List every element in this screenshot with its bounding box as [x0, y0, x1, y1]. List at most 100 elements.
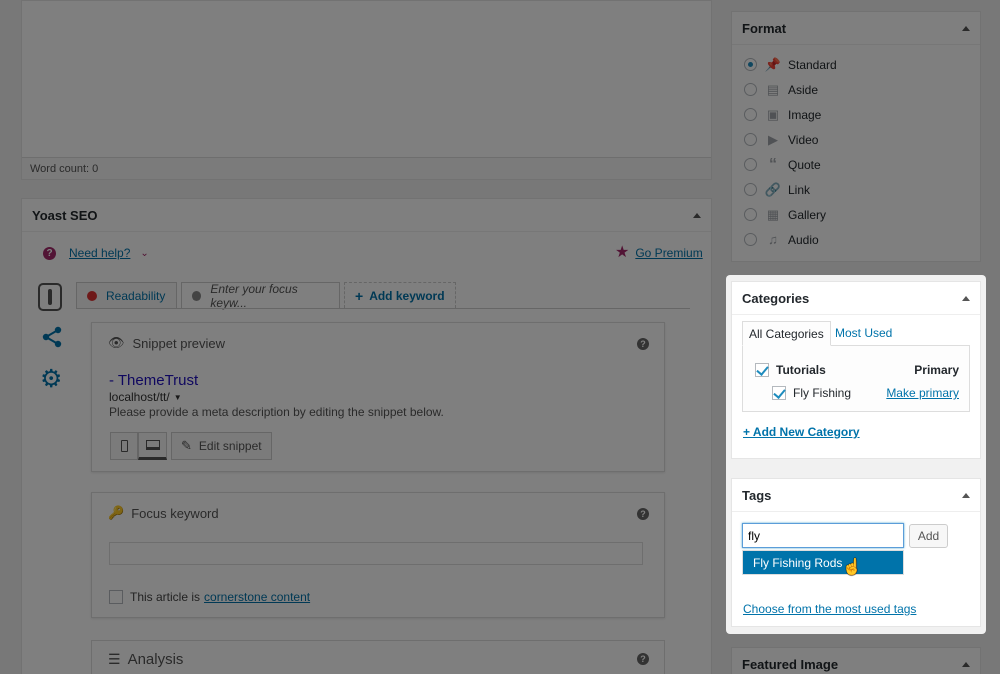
format-title: Format: [742, 20, 787, 36]
keyword-status-dot: [192, 291, 202, 301]
category-item-fly-fishing[interactable]: Fly Fishing: [772, 386, 851, 400]
help-icon: ?: [43, 246, 56, 260]
go-premium-link[interactable]: Go Premium: [635, 246, 702, 260]
readability-status-dot: [87, 290, 97, 301]
aside-icon: ▤: [766, 81, 780, 97]
categories-list: Tutorials Primary Fly Fishing Make prima…: [742, 345, 970, 412]
video-icon: ▶: [768, 131, 778, 147]
radio-button[interactable]: [744, 108, 757, 121]
snippet-help-icon[interactable]: ?: [637, 338, 649, 350]
categories-box: Categories All Categories Most Used Tuto…: [731, 281, 981, 459]
gear-icon[interactable]: ⚙: [40, 367, 64, 392]
edit-snippet-button[interactable]: ✎ Edit snippet: [171, 432, 272, 460]
focus-help-icon[interactable]: ?: [637, 508, 649, 520]
format-option-link[interactable]: 🔗 Link: [732, 177, 980, 202]
desktop-preview-button[interactable]: [138, 432, 167, 460]
choose-most-used-tags-link[interactable]: Choose from the most used tags: [743, 602, 916, 616]
category-item-tutorials[interactable]: Tutorials: [755, 363, 826, 377]
collapse-icon[interactable]: [962, 492, 970, 498]
format-header[interactable]: Format: [732, 12, 980, 45]
tab-readability[interactable]: Readability: [76, 282, 177, 308]
radio-button[interactable]: [744, 233, 757, 246]
focus-keyword-heading: Focus keyword: [131, 505, 219, 521]
editor-area[interactable]: Word count: 0: [21, 0, 712, 180]
go-premium[interactable]: ★ Go Premium: [615, 244, 703, 261]
cornerstone-checkbox[interactable]: [109, 590, 123, 604]
link-icon: 🔗: [764, 181, 782, 197]
cornerstone-link[interactable]: cornerstone content: [204, 590, 310, 604]
categories-title: Categories: [742, 290, 810, 306]
tags-box: Tags Add Fly Fishing Rods ☝ Choose from …: [731, 478, 981, 627]
mobile-preview-button[interactable]: [110, 432, 138, 460]
radio-button[interactable]: [744, 208, 757, 221]
format-option-audio[interactable]: ♫ Audio: [732, 227, 980, 252]
tab-focus-keyword[interactable]: Enter your focus keyw...: [181, 282, 340, 310]
analysis-help-icon[interactable]: ?: [637, 653, 649, 665]
desktop-icon: [145, 440, 160, 450]
format-option-video[interactable]: ▶ Video: [732, 127, 980, 152]
hand-cursor-icon: ☝: [842, 559, 862, 576]
share-icon[interactable]: [41, 326, 63, 348]
eye-icon: 👁: [108, 335, 125, 350]
yoast-seo-title: Yoast SEO: [32, 207, 98, 223]
caret-down-icon[interactable]: ▼: [174, 393, 182, 402]
add-new-category-link[interactable]: + Add New Category: [743, 425, 860, 439]
need-help-link[interactable]: Need help?: [69, 246, 130, 260]
format-option-standard[interactable]: 📌 Standard: [732, 52, 980, 77]
format-option-quote[interactable]: “Quote: [732, 152, 980, 177]
radio-button[interactable]: [744, 83, 757, 96]
snippet-title[interactable]: - ThemeTrust: [109, 372, 198, 389]
need-help-row: ? Need help? ⌄: [43, 246, 149, 260]
collapse-icon[interactable]: [962, 295, 970, 301]
categories-header[interactable]: Categories: [732, 282, 980, 315]
plus-icon: +: [355, 287, 364, 304]
featured-image-title: Featured Image: [742, 656, 839, 672]
collapse-icon[interactable]: [693, 212, 701, 218]
yoast-seo-header[interactable]: Yoast SEO: [22, 199, 711, 232]
cornerstone-label: This article is: [130, 590, 201, 604]
tags-title: Tags: [742, 487, 772, 503]
image-icon: ▣: [766, 106, 780, 122]
pencil-icon: ✎: [181, 438, 192, 453]
chevron-down-icon[interactable]: ⌄: [140, 248, 148, 259]
add-tag-button[interactable]: Add: [909, 524, 948, 548]
collapse-icon[interactable]: [962, 25, 970, 31]
primary-label: Primary: [914, 363, 959, 377]
category-checkbox[interactable]: [772, 386, 786, 400]
featured-image-header[interactable]: Featured Image: [732, 648, 980, 674]
tag-input[interactable]: [742, 523, 904, 548]
featured-image-box: Featured Image: [731, 647, 981, 674]
snippet-description: Please provide a meta description by edi…: [109, 405, 444, 419]
add-keyword-button[interactable]: + Add keyword: [344, 282, 456, 308]
mobile-icon: [120, 440, 128, 452]
focus-keyword-panel: 🔑 Focus keyword ? This article is corner…: [91, 492, 665, 618]
list-icon: ☰: [108, 651, 121, 667]
star-icon: ★: [615, 244, 630, 261]
snippet-panel: 👁 Snippet preview ? - ThemeTrust localho…: [91, 322, 665, 472]
radio-button[interactable]: [744, 58, 757, 71]
format-option-aside[interactable]: ▤ Aside: [732, 77, 980, 102]
collapse-icon[interactable]: [962, 661, 970, 667]
snippet-url: localhost/tt/: [109, 390, 170, 404]
tag-suggestion[interactable]: Fly Fishing Rods: [742, 550, 904, 575]
tab-all-categories[interactable]: All Categories: [742, 321, 831, 346]
format-box: Format 📌 Standard ▤ Aside ▣ Image ▶ Video “Q…: [731, 11, 981, 262]
radio-button[interactable]: [744, 183, 757, 196]
tab-most-used[interactable]: Most Used: [835, 326, 892, 340]
audio-icon: ♫: [768, 232, 778, 247]
key-icon: 🔑: [108, 505, 125, 520]
snippet-heading: Snippet preview: [132, 335, 226, 351]
radio-button[interactable]: [744, 158, 757, 171]
pin-icon: 📌: [764, 56, 782, 72]
focus-keyword-input[interactable]: [109, 542, 643, 565]
analysis-heading: Analysis: [127, 651, 184, 668]
make-primary-link[interactable]: Make primary: [886, 386, 959, 400]
traffic-light-icon[interactable]: [38, 283, 62, 311]
quote-icon: “: [769, 155, 777, 173]
word-count: Word count: 0: [22, 157, 711, 179]
format-option-image[interactable]: ▣ Image: [732, 102, 980, 127]
tags-header[interactable]: Tags: [732, 479, 980, 512]
format-option-gallery[interactable]: ▦ Gallery: [732, 202, 980, 227]
radio-button[interactable]: [744, 133, 757, 146]
category-checkbox[interactable]: [755, 363, 769, 377]
